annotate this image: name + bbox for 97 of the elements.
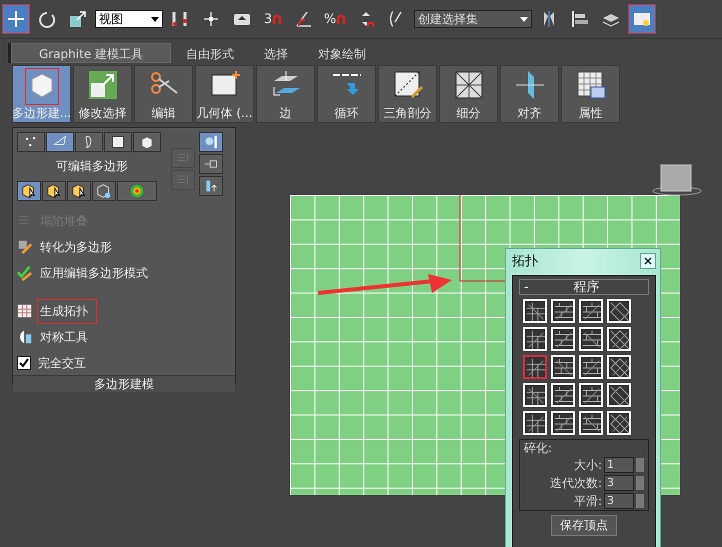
tube-icon	[204, 179, 218, 193]
subobject-button[interactable]	[104, 132, 132, 152]
ribbon-button[interactable]: 循环	[317, 65, 376, 123]
ribbon-button[interactable]: 修改选择	[73, 65, 132, 123]
resize-icon	[86, 69, 118, 101]
pattern-icon	[609, 357, 631, 379]
snap-toggle[interactable]: %	[321, 4, 349, 34]
close-icon	[644, 257, 652, 265]
stack-up-icon	[176, 151, 190, 165]
apply-icon	[17, 265, 33, 281]
field-label: 大小:	[574, 458, 602, 472]
cube-cursor-icon	[21, 183, 37, 199]
pattern-tile[interactable]	[523, 355, 547, 379]
selection-set-dropdown[interactable]: 创建选择集	[414, 10, 532, 28]
mode-button[interactable]	[92, 181, 116, 201]
mode-button[interactable]	[42, 181, 66, 201]
scene-explorer-icon	[633, 10, 651, 28]
side-button[interactable]	[199, 154, 223, 174]
rollout-header[interactable]: - 程序	[519, 279, 649, 295]
cube-cursor-icon	[46, 183, 62, 199]
magnet-icon	[336, 14, 346, 24]
pattern-icon	[609, 329, 631, 351]
group-label: 碎化:	[524, 441, 554, 455]
ribbon-tab[interactable]: 选择	[249, 43, 303, 63]
number-field[interactable]: 3	[604, 493, 634, 509]
align-icon	[514, 69, 546, 101]
number-field[interactable]: 3	[604, 475, 634, 491]
stack-down-icon	[176, 173, 190, 187]
snap-toggle[interactable]: 3	[259, 4, 287, 34]
triangle-icon	[392, 69, 424, 101]
mode-button[interactable]	[117, 181, 157, 201]
mode-button[interactable]	[67, 181, 91, 201]
command-label[interactable]: 转化为多边形	[37, 234, 121, 260]
mode-button[interactable]	[17, 181, 41, 201]
side-button[interactable]	[199, 176, 223, 196]
subobject-button[interactable]	[75, 132, 103, 152]
ribbon-button[interactable]: 边	[256, 65, 315, 123]
ribbon-button[interactable]: 细分	[439, 65, 498, 123]
number-field[interactable]: 1	[604, 457, 634, 473]
command-label[interactable]: 对称工具	[37, 324, 97, 350]
pattern-icon	[525, 357, 547, 379]
dialog-title: 拓扑	[512, 253, 538, 270]
rotate-icon	[38, 10, 56, 28]
wire-cube-icon	[96, 183, 112, 199]
side-button[interactable]	[199, 132, 223, 152]
subobject-button[interactable]	[46, 132, 74, 152]
lamp-icon	[204, 135, 218, 149]
pattern-icon	[609, 413, 631, 435]
ribbon-tab[interactable]: 对象绘制	[303, 43, 381, 63]
subobject-button[interactable]	[133, 132, 161, 152]
scale-icon	[69, 10, 87, 28]
mesh-icon	[452, 69, 484, 101]
pattern-icon	[525, 329, 547, 351]
convert-icon	[17, 239, 33, 255]
polygon-icon	[111, 135, 125, 149]
close-button[interactable]	[640, 253, 656, 269]
table-icon	[574, 69, 606, 101]
toolbar-button[interactable]	[2, 4, 30, 34]
command-label[interactable]: 应用编辑多边形模式	[37, 260, 157, 286]
panel-title: 可编辑多边形	[55, 158, 129, 175]
command-label[interactable]: 生成拓扑	[37, 298, 97, 324]
ribbon-tab[interactable]: Graphite 建模工具	[11, 43, 171, 63]
symmetry-icon	[17, 329, 33, 345]
command-label[interactable]: 完全交互	[35, 350, 95, 376]
caret-icon	[151, 16, 159, 22]
view-dropdown[interactable]: 视图	[95, 10, 163, 28]
vertex-icon	[24, 135, 38, 149]
pattern-icon	[609, 385, 631, 407]
save-vertices-button[interactable]: 保存顶点	[551, 515, 617, 536]
field-label: 平滑:	[574, 494, 602, 508]
magnet-icon	[272, 14, 282, 24]
soft-selection-icon	[129, 183, 145, 199]
toolbar-button[interactable]	[628, 4, 656, 34]
cube-cursor-icon	[71, 183, 87, 199]
ribbon-button[interactable]: 三角剖分	[378, 65, 437, 123]
angle-snap-icon	[295, 10, 313, 28]
element-icon	[140, 135, 154, 149]
ribbon-tab[interactable]: 自由形式	[171, 43, 249, 63]
pattern-icon	[525, 413, 547, 435]
align-icon	[571, 10, 589, 28]
move-icon	[7, 10, 25, 28]
ribbon-button[interactable]: 属性	[561, 65, 620, 123]
pivot-icon	[202, 10, 220, 28]
viewcube-icon	[652, 163, 702, 197]
flag-icon	[171, 10, 189, 28]
grid-icon	[17, 303, 33, 319]
subobject-button[interactable]	[17, 132, 45, 152]
panel-footer: 多边形建模	[13, 375, 235, 392]
ribbon-button[interactable]: 几何体 (...	[195, 65, 254, 123]
field-label: 迭代次数:	[550, 476, 602, 490]
pattern-icon	[609, 301, 631, 323]
ribbon-button[interactable]: 对齐	[500, 65, 559, 123]
ribbon-button[interactable]: 编辑	[134, 65, 193, 123]
caret-icon	[520, 16, 528, 22]
pattern-icon	[525, 385, 547, 407]
checkbox[interactable]	[17, 356, 31, 370]
pattern-icon	[525, 301, 547, 323]
